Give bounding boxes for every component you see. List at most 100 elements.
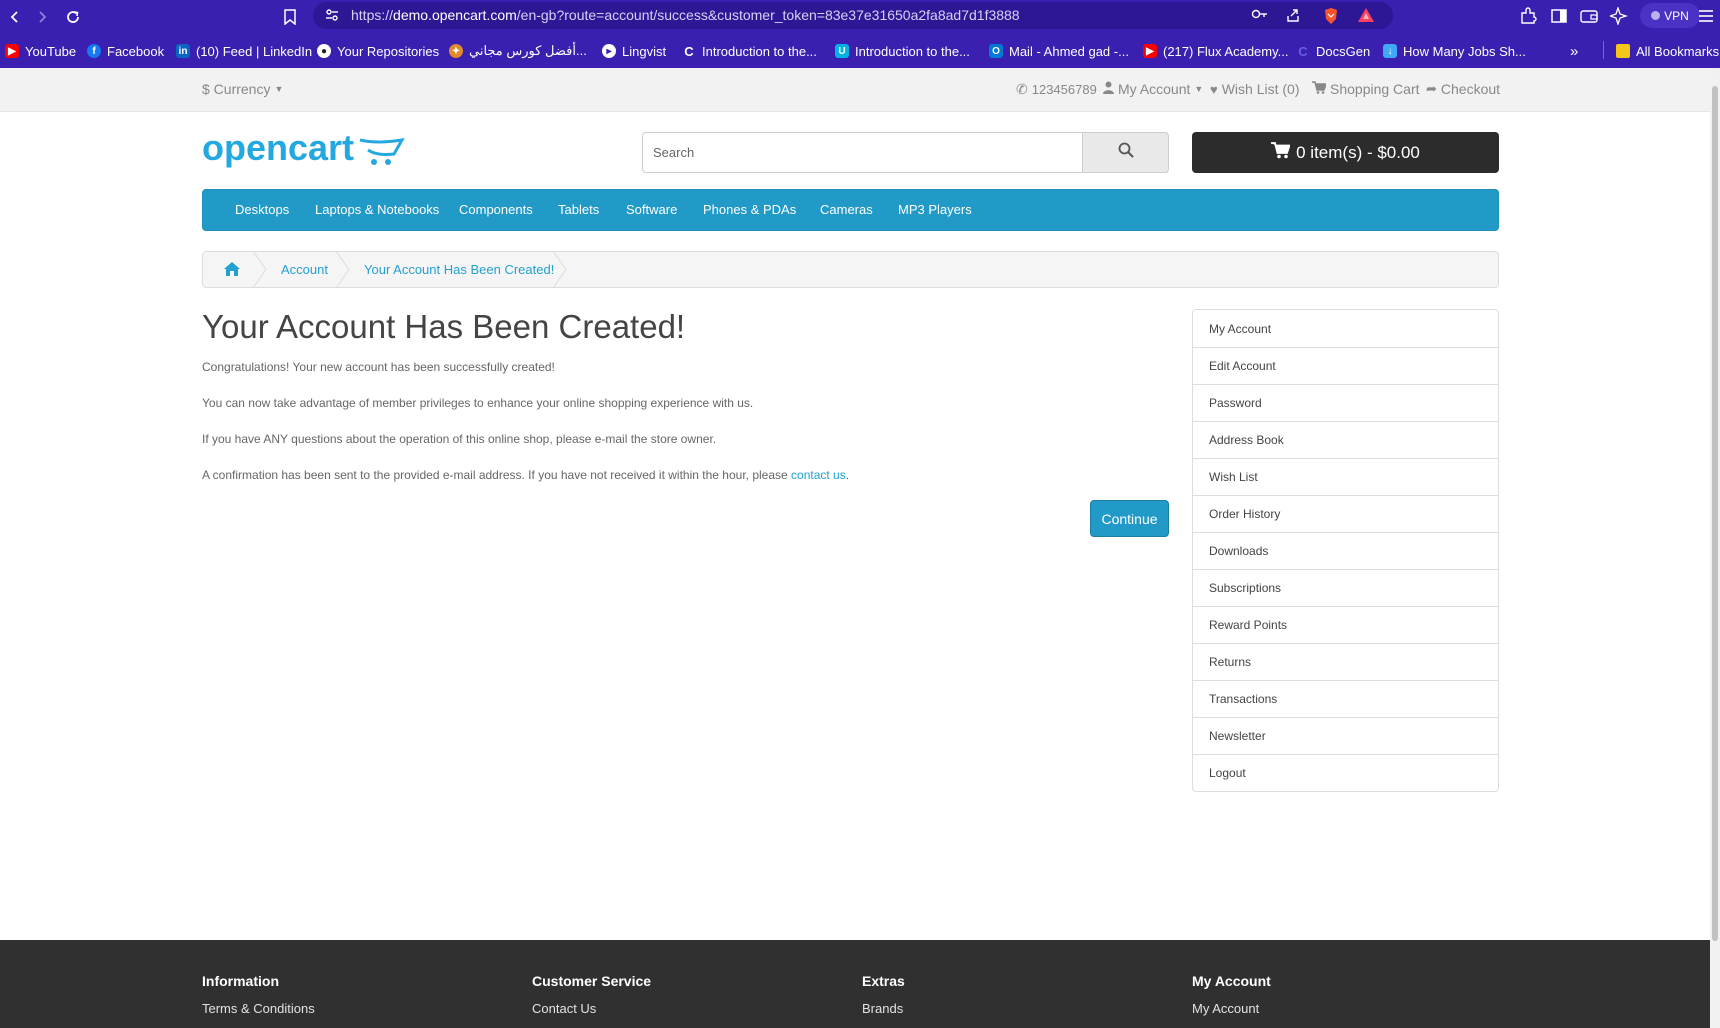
account-sidebar: My Account Edit Account Password Address… bbox=[1192, 309, 1499, 792]
menu-item-components[interactable]: Components bbox=[459, 202, 533, 217]
back-icon[interactable] bbox=[2, 4, 28, 30]
sidebar-item-returns[interactable]: Returns bbox=[1193, 643, 1498, 680]
page-scrollbar[interactable] bbox=[1710, 68, 1720, 1028]
bookmark-outlook[interactable]: O Mail - Ahmed gad -... bbox=[989, 41, 1129, 61]
sidebar-item-edit-account[interactable]: Edit Account bbox=[1193, 347, 1498, 384]
bookmark-label: YouTube bbox=[25, 43, 77, 59]
user-icon bbox=[1103, 81, 1114, 97]
currency-dropdown[interactable]: $ Currency ▼ bbox=[202, 81, 283, 97]
brave-shields-icon[interactable] bbox=[1323, 7, 1341, 25]
youtube-icon: ▶ bbox=[5, 44, 19, 58]
url-text[interactable]: https://demo.opencart.com/en-gb?route=ac… bbox=[351, 7, 1020, 23]
footer-link-terms[interactable]: Terms & Conditions bbox=[202, 1001, 315, 1016]
footer-link-my-account[interactable]: My Account bbox=[1192, 1001, 1259, 1016]
sidebar-item-address-book[interactable]: Address Book bbox=[1193, 421, 1498, 458]
phone-link[interactable]: ✆ 123456789 bbox=[1016, 81, 1097, 98]
share-icon[interactable] bbox=[1285, 7, 1303, 25]
reload-icon[interactable] bbox=[60, 4, 86, 30]
leo-ai-icon[interactable] bbox=[1608, 5, 1630, 27]
site-settings-icon[interactable] bbox=[324, 7, 342, 25]
bookmark-star-icon[interactable] bbox=[277, 4, 303, 30]
menu-item-software[interactable]: Software bbox=[626, 202, 677, 217]
my-account-dropdown[interactable]: My Account ▼ bbox=[1103, 81, 1203, 97]
home-icon[interactable] bbox=[223, 261, 241, 282]
bookmark-how-many-jobs[interactable]: ↓ How Many Jobs Sh... bbox=[1383, 41, 1526, 61]
bookmark-lingvist[interactable]: ▸ Lingvist bbox=[602, 41, 666, 61]
key-icon[interactable] bbox=[1251, 7, 1269, 25]
bookmark-arabic-course[interactable]: ✦ أفضل كورس مجاني... bbox=[449, 41, 587, 61]
bookmark-page-icon: ↓ bbox=[1383, 44, 1397, 58]
bookmark-coursera[interactable]: C Introduction to the... bbox=[682, 41, 817, 61]
bookmark-label: (10) Feed | LinkedIn bbox=[196, 43, 313, 59]
menu-item-cameras[interactable]: Cameras bbox=[820, 202, 873, 217]
questions-message: If you have ANY questions about the oper… bbox=[202, 432, 717, 446]
sidebar-item-wish-list[interactable]: Wish List bbox=[1193, 458, 1498, 495]
bookmark-github[interactable]: ● Your Repositories bbox=[317, 41, 439, 61]
bookmark-facebook[interactable]: f Facebook bbox=[87, 41, 164, 61]
breadcrumb-current[interactable]: Your Account Has Been Created! bbox=[364, 262, 554, 277]
menu-item-desktops[interactable]: Desktops bbox=[235, 202, 289, 217]
address-bar[interactable]: https://demo.opencart.com/en-gb?route=ac… bbox=[313, 2, 1393, 29]
bookmark-label: How Many Jobs Sh... bbox=[1403, 43, 1526, 59]
sidebar-item-subscriptions[interactable]: Subscriptions bbox=[1193, 569, 1498, 606]
breadcrumb-account[interactable]: Account bbox=[281, 262, 328, 277]
bookmark-flux-academy[interactable]: ▶ (217) Flux Academy... bbox=[1143, 41, 1288, 61]
scrollbar-thumb[interactable] bbox=[1712, 86, 1718, 941]
bookmark-udacity[interactable]: U Introduction to the... bbox=[835, 41, 970, 61]
browser-toolbar: https://demo.opencart.com/en-gb?route=ac… bbox=[0, 0, 1720, 33]
footer: Information Terms & Conditions Customer … bbox=[0, 940, 1710, 1028]
menu-icon[interactable] bbox=[1695, 5, 1717, 27]
footer-heading-customer-service: Customer Service bbox=[532, 973, 652, 989]
cart-button[interactable]: 0 item(s) - $0.00 bbox=[1192, 132, 1499, 173]
sidebar-item-order-history[interactable]: Order History bbox=[1193, 495, 1498, 532]
wallet-icon[interactable] bbox=[1578, 5, 1600, 27]
sidebar-item-transactions[interactable]: Transactions bbox=[1193, 680, 1498, 717]
brave-rewards-icon[interactable] bbox=[1357, 7, 1375, 25]
sidebar-item-reward-points[interactable]: Reward Points bbox=[1193, 606, 1498, 643]
success-message: Congratulations! Your new account has be… bbox=[202, 360, 555, 374]
checkout-label: Checkout bbox=[1440, 81, 1501, 97]
footer-link-contact-us[interactable]: Contact Us bbox=[532, 1001, 596, 1016]
all-bookmarks-button[interactable]: All Bookmarks bbox=[1616, 41, 1719, 61]
bookmark-label: Facebook bbox=[107, 43, 165, 59]
menu-item-tablets[interactable]: Tablets bbox=[558, 202, 599, 217]
confirmation-message: A confirmation has been sent to the prov… bbox=[202, 468, 849, 482]
all-bookmarks-label: All Bookmarks bbox=[1636, 43, 1720, 59]
footer-link-brands[interactable]: Brands bbox=[862, 1001, 903, 1016]
wish-list-link[interactable]: ♥ Wish List (0) bbox=[1210, 81, 1300, 97]
search-input[interactable] bbox=[642, 132, 1084, 173]
vpn-button[interactable]: VPN bbox=[1640, 3, 1700, 28]
forward-icon[interactable] bbox=[29, 4, 55, 30]
sidebar-item-downloads[interactable]: Downloads bbox=[1193, 532, 1498, 569]
search-button[interactable] bbox=[1082, 132, 1169, 173]
docsgen-icon: C bbox=[1298, 43, 1308, 59]
cart-icon bbox=[1312, 81, 1328, 97]
sidebar-toggle-icon[interactable] bbox=[1548, 5, 1570, 27]
footer-heading-my-account: My Account bbox=[1192, 973, 1271, 989]
continue-button[interactable]: Continue bbox=[1090, 500, 1169, 537]
shopping-cart-link[interactable]: Shopping Cart bbox=[1312, 81, 1420, 97]
vpn-label: VPN bbox=[1664, 8, 1689, 23]
shopping-cart-label: Shopping Cart bbox=[1330, 81, 1420, 97]
web-page: $ Currency ▼ ✆ 123456789 My Account ▼ ♥ … bbox=[0, 68, 1710, 1028]
checkout-link[interactable]: ➦ Checkout bbox=[1426, 81, 1500, 97]
contact-us-link[interactable]: contact us bbox=[791, 468, 846, 482]
sidebar-item-my-account[interactable]: My Account bbox=[1193, 310, 1498, 347]
heart-icon: ♥ bbox=[1210, 81, 1218, 97]
menu-item-phones[interactable]: Phones & PDAs bbox=[703, 202, 796, 217]
bookmarks-overflow-icon[interactable]: » bbox=[1570, 41, 1578, 61]
sidebar-item-logout[interactable]: Logout bbox=[1193, 754, 1498, 791]
bookmark-linkedin[interactable]: in (10) Feed | LinkedIn bbox=[176, 41, 312, 61]
main-menu: Desktops Laptops & Notebooks Components … bbox=[202, 189, 1499, 231]
bookmark-label: Introduction to the... bbox=[702, 43, 817, 59]
bookmark-youtube[interactable]: ▶ YouTube bbox=[5, 41, 76, 61]
wish-list-label: Wish List (0) bbox=[1221, 81, 1300, 97]
bookmark-docsgen[interactable]: C DocsGen bbox=[1296, 41, 1370, 61]
sidebar-item-newsletter[interactable]: Newsletter bbox=[1193, 717, 1498, 754]
opencart-logo[interactable]: opencart bbox=[202, 127, 407, 182]
menu-item-laptops[interactable]: Laptops & Notebooks bbox=[315, 202, 439, 217]
sidebar-item-password[interactable]: Password bbox=[1193, 384, 1498, 421]
menu-item-mp3-players[interactable]: MP3 Players bbox=[898, 202, 972, 217]
breadcrumb-separator bbox=[553, 251, 567, 288]
extensions-icon[interactable] bbox=[1517, 5, 1539, 27]
